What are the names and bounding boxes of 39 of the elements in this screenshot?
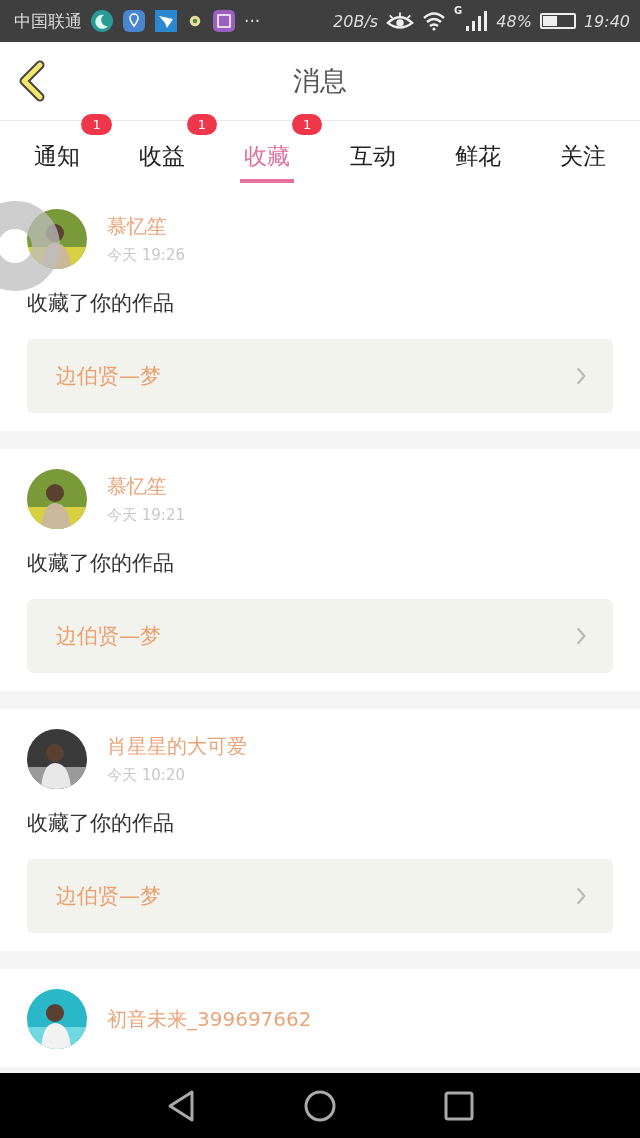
work-link[interactable]: 边伯贤—梦 [27,339,613,413]
tab[interactable]: 鲜花 [450,121,505,183]
chevron-icon [575,626,587,646]
chevron-icon [575,366,587,386]
page-title: 消息 [293,64,347,98]
eye-icon [386,11,415,31]
chevron-icon [575,886,587,906]
work-link[interactable]: 边伯贤—梦 [27,599,613,673]
tab[interactable]: 关注 [556,121,611,183]
tab[interactable]: 互动 [345,121,400,183]
user-name[interactable]: 初音未来_399697662 [107,1005,312,1033]
count-badge: 1 [292,114,323,135]
message-text: 收藏了你的作品 [27,290,175,317]
gallery-icon [212,9,236,33]
signal-icon [464,9,489,33]
work-title: 边伯贤—梦 [56,623,161,650]
message-text: 收藏了你的作品 [27,810,175,837]
carrier-name: 中国联通 [14,9,82,33]
battery-percent: 48% [496,11,532,31]
tab[interactable]: 通知 [29,121,84,183]
count-badge: 1 [186,114,217,135]
clock: 19:40 [583,11,630,31]
network-type: G [454,5,463,16]
location-icon [122,9,146,33]
user-name[interactable]: 慕忆笙 [107,213,185,240]
battery-icon [539,13,576,29]
network-speed: 20B/s [333,11,379,31]
moon-icon [90,9,114,33]
user-name[interactable]: 慕忆笙 [107,473,185,500]
work-link[interactable]: 边伯贤—梦 [27,859,613,933]
message-text: 收藏了你的作品 [27,550,175,577]
work-title: 边伯贤—梦 [56,363,161,390]
tab[interactable]: 收益 [135,121,189,183]
user-name[interactable]: 肖星星的大可爱 [107,733,247,760]
more-indicator: ··· [244,11,261,31]
home-icon[interactable] [303,1088,337,1123]
count-badge: 1 [81,114,112,135]
work-title: 边伯贤—梦 [56,883,161,910]
wifi-icon [422,9,447,33]
